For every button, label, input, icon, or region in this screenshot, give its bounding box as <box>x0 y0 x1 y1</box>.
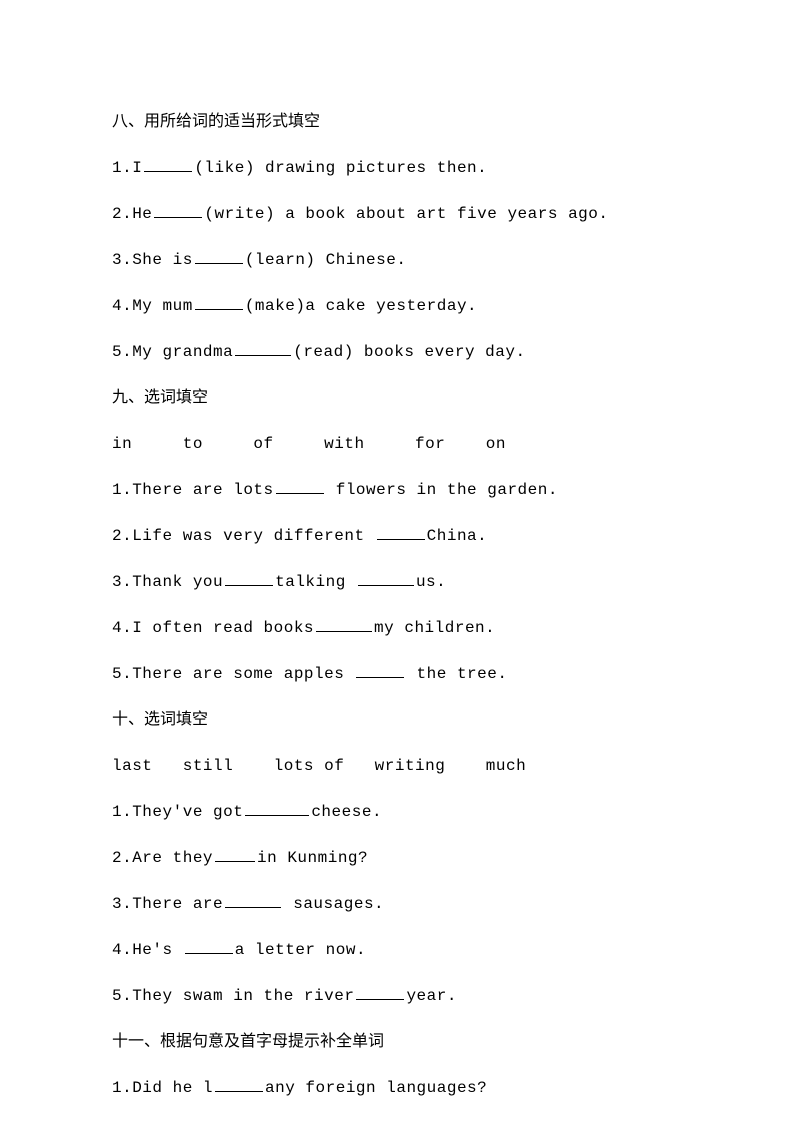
section-10-item-4: 4.He's a letter now. <box>112 938 682 962</box>
q-hint: (read) books every day. <box>293 343 525 361</box>
section-9-wordbank: in to of with for on <box>112 432 682 456</box>
blank[interactable] <box>215 1076 263 1092</box>
q-suffix: year. <box>406 987 457 1005</box>
section-10-item-3: 3.There are sausages. <box>112 892 682 916</box>
blank[interactable] <box>225 892 281 908</box>
q-prefix: 3.Thank you <box>112 573 223 591</box>
blank[interactable] <box>195 248 243 264</box>
q-prefix: 1.I <box>112 159 142 177</box>
section-9-item-1: 1.There are lots flowers in the garden. <box>112 478 682 502</box>
blank[interactable] <box>276 478 324 494</box>
section-10-heading: 十、选词填空 <box>112 708 682 732</box>
blank[interactable] <box>316 616 372 632</box>
q-suffix: any foreign languages? <box>265 1079 487 1097</box>
q-prefix: 5.They swam in the river <box>112 987 354 1005</box>
section-9-item-5: 5.There are some apples the tree. <box>112 662 682 686</box>
q-prefix: 4.My mum <box>112 297 193 315</box>
section-8-item-5: 5.My grandma (read) books every day. <box>112 340 682 364</box>
q-suffix: my children. <box>374 619 495 637</box>
blank[interactable] <box>215 846 255 862</box>
section-8-item-1: 1.I (like) drawing pictures then. <box>112 156 682 180</box>
blank[interactable] <box>144 156 192 172</box>
blank[interactable] <box>154 202 202 218</box>
q-suffix: in Kunming? <box>257 849 368 867</box>
blank[interactable] <box>245 800 309 816</box>
blank[interactable] <box>356 984 404 1000</box>
section-10-item-2: 2.Are they in Kunming? <box>112 846 682 870</box>
q-hint: (write) a book about art five years ago. <box>204 205 608 223</box>
section-11-item-1: 1.Did he l any foreign languages? <box>112 1076 682 1100</box>
blank[interactable] <box>225 570 273 586</box>
blank[interactable] <box>377 524 425 540</box>
section-9-item-3: 3.Thank you talking us. <box>112 570 682 594</box>
q-prefix: 1.There are lots <box>112 481 274 499</box>
section-10-wordbank: last still lots of writing much <box>112 754 682 778</box>
q-suffix: a letter now. <box>235 941 366 959</box>
q-suffix: the tree. <box>406 665 507 683</box>
q-hint: (like) drawing pictures then. <box>194 159 487 177</box>
section-8-item-4: 4.My mum (make)a cake yesterday. <box>112 294 682 318</box>
section-9-item-4: 4.I often read books my children. <box>112 616 682 640</box>
section-9-heading: 九、选词填空 <box>112 386 682 410</box>
q-prefix: 2.He <box>112 205 152 223</box>
q-prefix: 3.She is <box>112 251 193 269</box>
q-prefix: 3.There are <box>112 895 223 913</box>
q-prefix: 2.Life was very different <box>112 527 375 545</box>
blank[interactable] <box>358 570 414 586</box>
q-hint: (learn) Chinese. <box>245 251 407 269</box>
q-hint: (make)a cake yesterday. <box>245 297 477 315</box>
q-mid: talking <box>275 573 356 591</box>
q-prefix: 4.He's <box>112 941 183 959</box>
q-suffix: flowers in the garden. <box>326 481 558 499</box>
section-10-item-5: 5.They swam in the river year. <box>112 984 682 1008</box>
section-8-item-3: 3.She is (learn) Chinese. <box>112 248 682 272</box>
blank[interactable] <box>356 662 404 678</box>
section-9-item-2: 2.Life was very different China. <box>112 524 682 548</box>
section-8-heading: 八、用所给词的适当形式填空 <box>112 110 682 134</box>
q-prefix: 1.They've got <box>112 803 243 821</box>
q-suffix: China. <box>427 527 488 545</box>
blank[interactable] <box>235 340 291 356</box>
q-suffix: us. <box>416 573 446 591</box>
q-prefix: 4.I often read books <box>112 619 314 637</box>
q-prefix: 5.There are some apples <box>112 665 354 683</box>
q-suffix: sausages. <box>283 895 384 913</box>
q-prefix: 1.Did he l <box>112 1079 213 1097</box>
q-prefix: 5.My grandma <box>112 343 233 361</box>
section-10-item-1: 1.They've got cheese. <box>112 800 682 824</box>
blank[interactable] <box>185 938 233 954</box>
q-suffix: cheese. <box>311 803 382 821</box>
section-11-heading: 十一、根据句意及首字母提示补全单词 <box>112 1030 682 1054</box>
blank[interactable] <box>195 294 243 310</box>
q-prefix: 2.Are they <box>112 849 213 867</box>
section-8-item-2: 2.He (write) a book about art five years … <box>112 202 682 226</box>
